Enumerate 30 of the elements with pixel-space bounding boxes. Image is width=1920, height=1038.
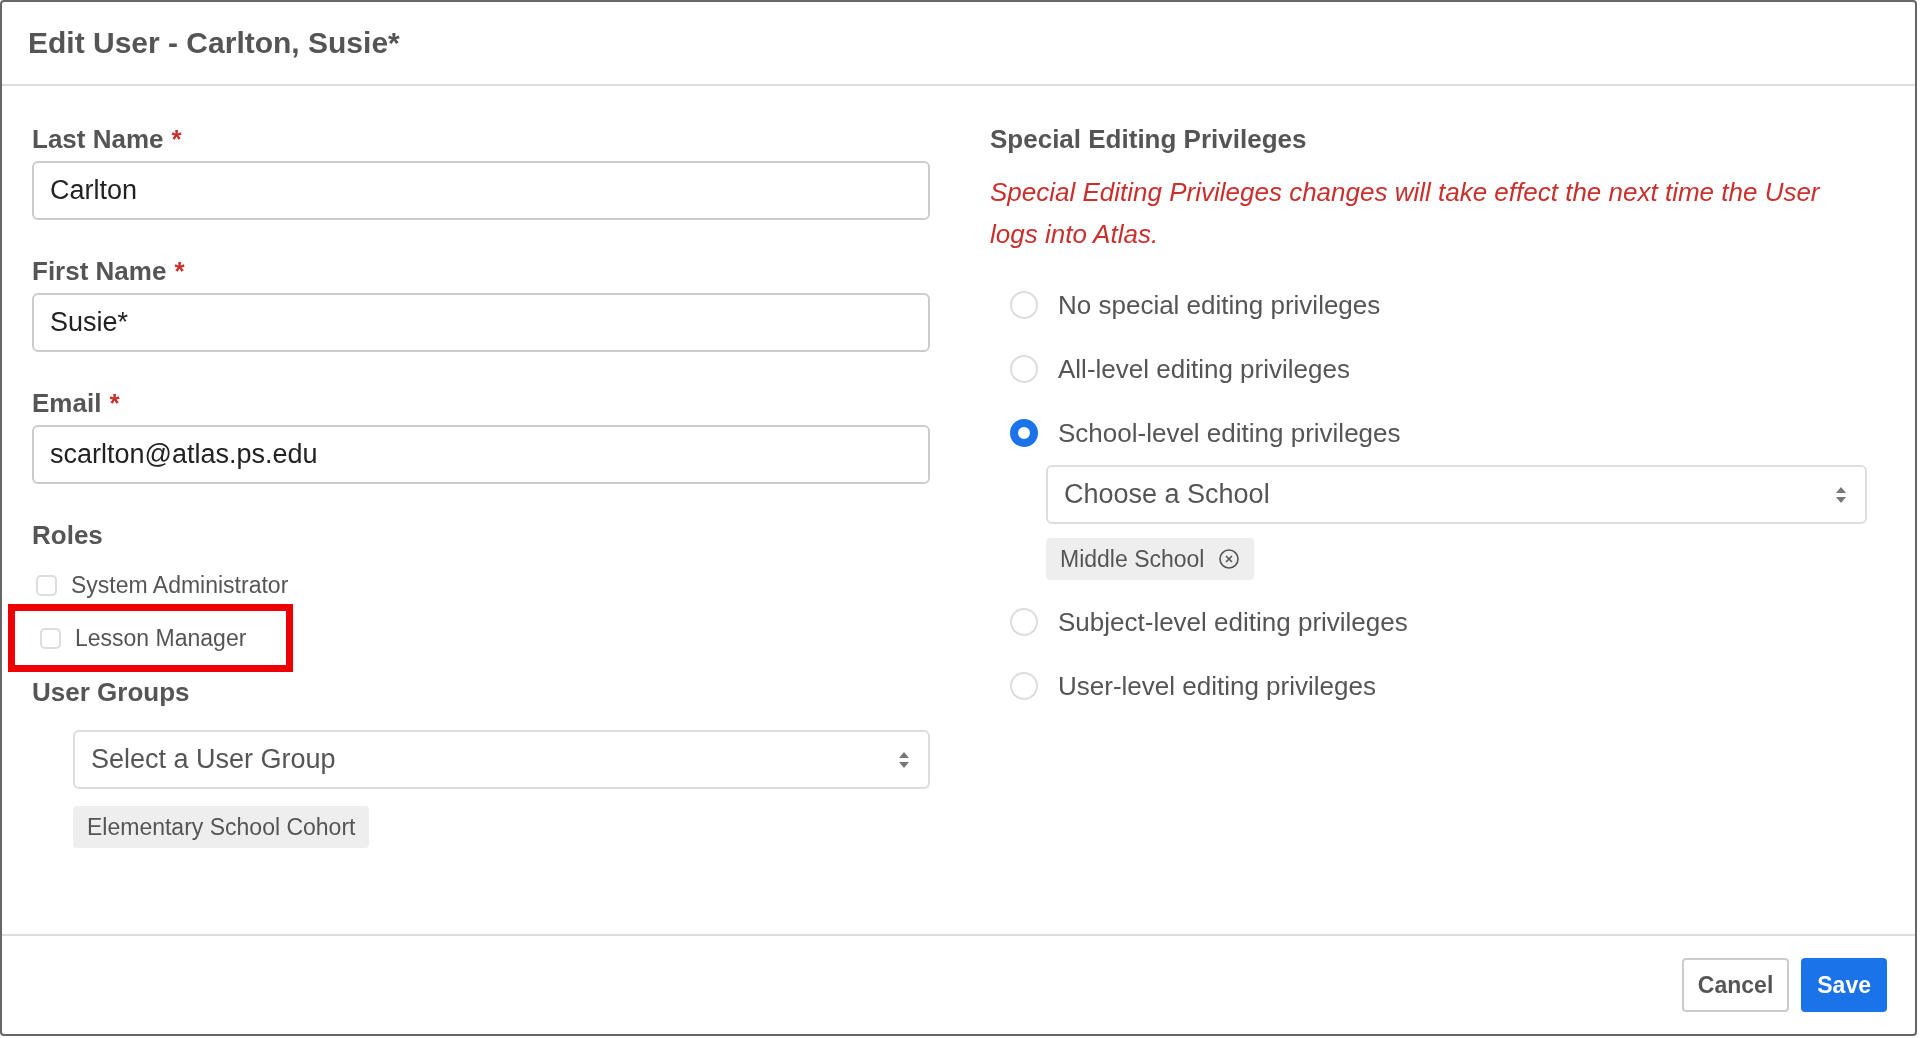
section-heading: User Groups [32, 677, 191, 708]
radio-label: No special editing privileges [1058, 289, 1381, 321]
save-button[interactable]: Save [1801, 958, 1887, 1012]
radio-label: All-level editing privileges [1058, 353, 1350, 385]
checkbox[interactable] [40, 627, 61, 649]
radio-label: Subject-level editing privileges [1058, 606, 1408, 638]
updown-caret-icon [898, 750, 910, 769]
section-heading: Special Editing Privileges [990, 124, 1308, 155]
notice-text: Special Editing Privileges changes will take effect the next time the User logs into Atlas. [990, 176, 1822, 251]
select-dropdown[interactable]: Select a User Group [73, 730, 930, 789]
remove-icon[interactable] [1218, 548, 1241, 570]
field-label: First Name * [32, 256, 186, 287]
text-input[interactable]: scarlton@atlas.ps.edu [32, 425, 930, 484]
field-label: Last Name * [32, 124, 183, 155]
checkbox-label: Lesson Manager [75, 624, 247, 652]
checkbox[interactable] [36, 574, 57, 596]
updown-caret-icon [1835, 485, 1847, 504]
radio-button[interactable] [1010, 419, 1038, 447]
radio-label: User-level editing privileges [1058, 670, 1376, 702]
field-label: Email * [32, 388, 121, 419]
text-input[interactable]: Carlton [32, 161, 930, 220]
radio-label: School-level editing privileges [1058, 417, 1401, 449]
section-heading: Roles [32, 520, 104, 551]
select-dropdown[interactable]: Choose a School [1046, 465, 1867, 524]
cancel-button[interactable]: Cancel [1681, 958, 1790, 1012]
dialog-title: Edit User - Carlton, Susie* [28, 26, 400, 60]
text-input[interactable]: Susie* [32, 293, 930, 352]
checkbox-label: System Administrator [71, 571, 289, 599]
tag-label: Elementary School Cohort [87, 813, 356, 841]
tag-label: Middle School [1060, 545, 1205, 573]
